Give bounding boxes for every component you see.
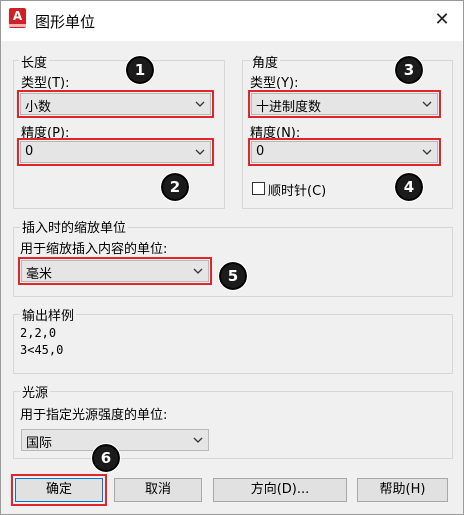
length-group-label: 长度	[19, 52, 50, 71]
annotation-badge-5: 5	[218, 261, 248, 291]
sample-line-1: 2,2,0	[20, 326, 57, 340]
sample-line-2: 3<45,0	[20, 343, 64, 357]
sample-output-group-label: 输出样例	[20, 305, 77, 324]
annotation-badge-6: 6	[91, 443, 121, 473]
ok-button-highlight	[11, 474, 107, 506]
annotation-badge-2: 2	[160, 172, 190, 202]
lighting-group-label: 光源	[20, 382, 51, 401]
direction-button[interactable]: 方向(D)...	[213, 478, 347, 502]
cancel-button[interactable]: 取消	[114, 478, 202, 502]
lighting-units-value: 国际	[26, 436, 53, 451]
length-type-label: 类型(T):	[21, 76, 70, 91]
help-button[interactable]: 帮助(H)	[357, 478, 448, 502]
title-bar: A 图形单位 ✕	[1, 1, 463, 41]
angle-group-label: 角度	[250, 52, 281, 71]
annotation-badge-1: 1	[125, 55, 155, 85]
close-icon[interactable]: ✕	[431, 9, 453, 31]
clockwise-checkbox[interactable]	[252, 182, 265, 195]
annotation-badge-3: 3	[394, 55, 424, 85]
insertion-units-highlight	[18, 257, 212, 285]
length-type-highlight	[17, 90, 214, 118]
autocad-app-icon: A	[9, 8, 26, 28]
length-precision-highlight	[17, 138, 214, 166]
sample-output-group	[13, 314, 453, 374]
dialog-title: 图形单位	[35, 13, 96, 31]
insertion-units-label: 用于缩放插入内容的单位:	[20, 242, 168, 257]
angle-type-highlight	[248, 90, 441, 118]
units-dialog: A 图形单位 ✕ 长度 类型(T): 小数 精度(P): 0 1 2 角度 类型…	[0, 0, 464, 515]
angle-precision-highlight	[248, 138, 441, 166]
lighting-units-label: 用于指定光源强度的单位:	[20, 408, 168, 423]
insertion-scale-group-label: 插入时的缩放单位	[20, 217, 129, 236]
annotation-badge-4: 4	[394, 172, 424, 202]
angle-type-label: 类型(Y):	[250, 76, 299, 91]
clockwise-label[interactable]: 顺时针(C)	[268, 180, 326, 199]
chevron-down-icon	[193, 437, 203, 443]
